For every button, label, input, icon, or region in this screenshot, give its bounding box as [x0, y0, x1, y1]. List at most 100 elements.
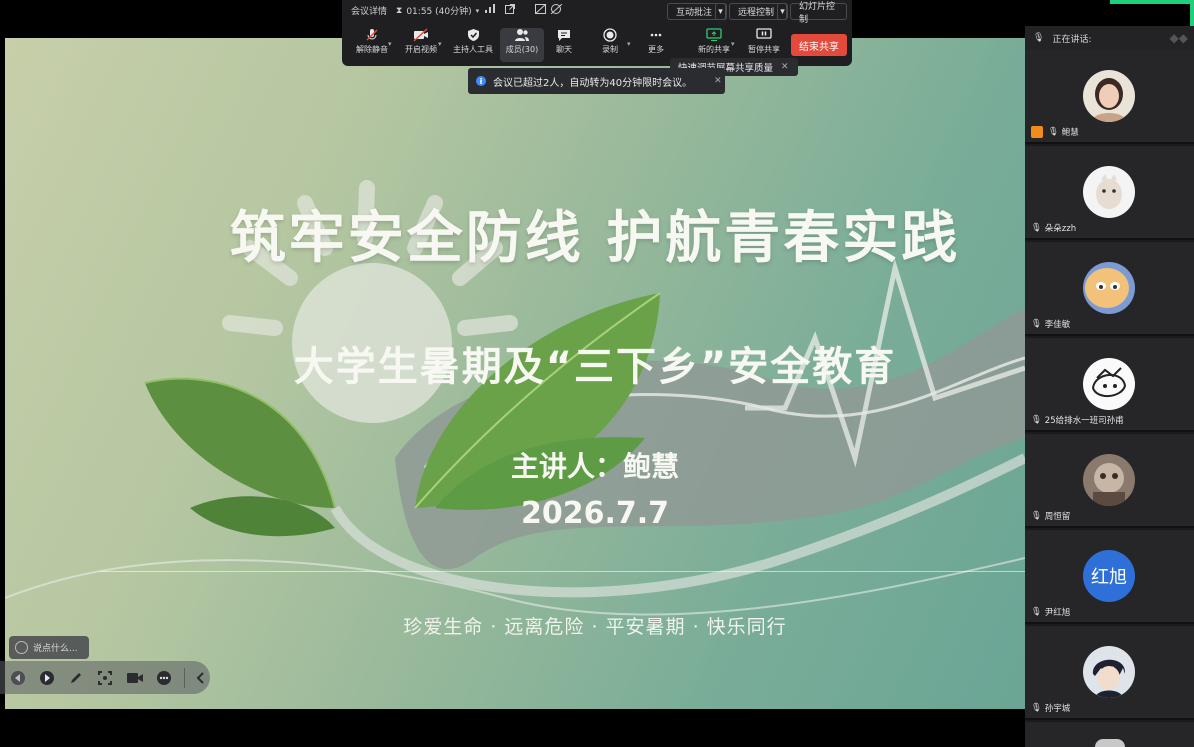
more-button[interactable]: 更多 [634, 28, 678, 62]
time-limit-notice-text: 会议已超过2人，自动转为40分钟限时会议。 [493, 77, 693, 89]
meeting-timer[interactable]: ⧗ 01:55 (40分钟) ▾ [396, 4, 480, 18]
chevron-down-icon[interactable]: ▾ [388, 40, 392, 48]
participant-tile[interactable]: 🎙 孙宇城 [1025, 626, 1194, 720]
mic-icon: 🎙 [1031, 319, 1042, 329]
pause-share-button[interactable]: 暂停共享 [742, 28, 786, 62]
participants-panel: 🎙 正在讲话: ◆◆ 🎙 鲍慧 🎙 朵朵zzh 🎙 李佳敏 🎙 25给排水一班司… [1025, 26, 1194, 747]
slide-control-button[interactable]: 幻灯片控制 [790, 2, 847, 25]
popout-icon[interactable] [505, 4, 515, 14]
end-share-button[interactable]: 结束共享 [791, 34, 847, 56]
unmute-label: 解除静音 [356, 45, 388, 54]
participant-tile[interactable]: 红旭 🎙 尹红旭 [1025, 530, 1194, 624]
chat-label: 聊天 [556, 45, 572, 54]
close-icon[interactable]: ✕ [714, 76, 722, 86]
meeting-toolbar: 会议详情 ⧗ 01:55 (40分钟) ▾ 互动批注 ▾ 远程控制 ▾ 幻灯片控… [342, 0, 852, 66]
collapse-chevron-icon[interactable] [183, 667, 210, 688]
emoji-icon [15, 641, 28, 654]
mic-icon: 🎙 [1033, 33, 1045, 43]
chevron-down-icon[interactable]: ▾ [731, 40, 735, 48]
participant-name: 🎙 尹红旭 [1031, 607, 1071, 618]
camera-icon[interactable] [125, 668, 144, 688]
annotation-toolbar [0, 661, 210, 694]
mic-muted-icon [366, 29, 378, 41]
mic-icon: 🎙 [1031, 703, 1042, 713]
mic-icon: 🎙 [1048, 127, 1059, 137]
users-icon [515, 29, 529, 41]
pause-share-label: 暂停共享 [748, 45, 780, 54]
slide-control-label: 幻灯片控制 [799, 1, 836, 25]
signal-icon[interactable] [485, 4, 495, 13]
screenshot-icon[interactable] [96, 668, 115, 688]
pause-share-icon [756, 28, 772, 39]
participant-tile[interactable]: 🎙 朵朵zzh [1025, 146, 1194, 240]
chevron-down-icon[interactable]: ▾ [438, 40, 442, 48]
participant-name: 🎙 朵朵zzh [1031, 223, 1077, 234]
remote-control-dropdown-icon[interactable]: ▾ [777, 3, 788, 20]
slide-speaker: 主讲人：鲍慧 [510, 450, 679, 483]
shield-icon [467, 29, 479, 41]
video-off-icon [413, 28, 428, 42]
meeting-details-label: 会议详情 [351, 7, 388, 17]
record-icon [603, 28, 617, 42]
members-button[interactable]: 成员(30) [500, 28, 544, 62]
annotation-dropdown-icon[interactable]: ▾ [715, 3, 726, 20]
participant-name: 🎙 25给排水一班司孙甫 [1031, 415, 1124, 426]
host-tools-label: 主持人工具 [453, 45, 493, 54]
slide-divider [100, 571, 1025, 572]
members-label: 成员(30) [505, 45, 539, 54]
shared-screen: 筑牢安全防线 护航青春实践 大学生暑期及“三下乡”安全教育 主讲人：鲍慧 202… [0, 0, 1025, 747]
avatar-initials: 红旭 [1091, 567, 1127, 588]
participant-tile[interactable]: 🎙 李佳敏 [1025, 242, 1194, 336]
share-frame-corner [1110, 0, 1194, 4]
ellipsis-icon [650, 33, 662, 37]
comment-placeholder: 说点什么... [33, 644, 78, 654]
participant-tile[interactable] [1025, 722, 1194, 747]
new-share-button[interactable]: 新的共享 [692, 28, 736, 62]
avatar [1083, 358, 1135, 410]
start-video-label: 开启视频 [405, 45, 437, 54]
remote-control-label: 远程控制 [738, 8, 775, 18]
next-slide-icon[interactable] [37, 668, 56, 688]
layout-toggle-icon[interactable]: ◆◆ [1170, 31, 1188, 45]
chat-button[interactable]: 聊天 [542, 28, 586, 62]
avatar [1083, 166, 1135, 218]
participant-name: 🎙 周恒留 [1031, 511, 1071, 522]
mic-icon: 🎙 [1031, 511, 1042, 521]
record-button[interactable]: 录制 [588, 28, 632, 62]
speaking-label: 正在讲话: [1052, 34, 1092, 45]
avatar [1083, 646, 1135, 698]
chevron-down-icon: ▾ [475, 6, 480, 15]
participant-name: 🎙 孙宇城 [1031, 703, 1071, 714]
chevron-down-icon[interactable]: ▾ [627, 40, 631, 48]
slide-subtitle: 大学生暑期及“三下乡”安全教育 [293, 344, 897, 390]
mic-icon: 🎙 [1031, 607, 1042, 617]
avatar [1083, 454, 1135, 506]
slide-date: 2026.7.7 [520, 496, 670, 531]
new-share-label: 新的共享 [698, 45, 730, 54]
more-label: 更多 [648, 45, 664, 54]
mic-icon: 🎙 [1031, 415, 1042, 425]
host-tools-button[interactable]: 主持人工具 [450, 28, 496, 62]
share-screen-icon [706, 28, 722, 41]
start-video-button[interactable]: 开启视频 [399, 28, 443, 62]
host-badge-icon [1031, 126, 1043, 138]
meeting-details-link[interactable]: 会议详情 [351, 4, 387, 17]
close-icon[interactable]: ✕ [781, 62, 789, 72]
comment-input[interactable]: 说点什么... [9, 636, 89, 659]
record-label: 录制 [602, 45, 618, 54]
presentation-slide: 筑牢安全防线 护航青春实践 大学生暑期及“三下乡”安全教育 主讲人：鲍慧 202… [5, 38, 1025, 709]
view-toggle-icon[interactable] [535, 4, 565, 14]
prev-slide-icon[interactable] [8, 668, 27, 688]
participant-tile[interactable]: 🎙 25给排水一班司孙甫 [1025, 338, 1194, 432]
more-options-icon[interactable] [154, 668, 173, 688]
pen-icon[interactable] [67, 668, 86, 688]
slide-title: 筑牢安全防线 护航青春实践 [229, 206, 961, 271]
hourglass-icon: ⧗ [396, 5, 403, 16]
participant-tile[interactable]: 🎙 鲍慧 [1025, 50, 1194, 144]
participant-name: 🎙 李佳敏 [1031, 319, 1071, 330]
info-icon: i [476, 76, 486, 86]
participant-tile[interactable]: 🎙 周恒留 [1025, 434, 1194, 528]
time-limit-notice: i 会议已超过2人，自动转为40分钟限时会议。 ✕ [468, 68, 725, 94]
chat-icon [558, 30, 570, 41]
avatar [1083, 262, 1135, 314]
